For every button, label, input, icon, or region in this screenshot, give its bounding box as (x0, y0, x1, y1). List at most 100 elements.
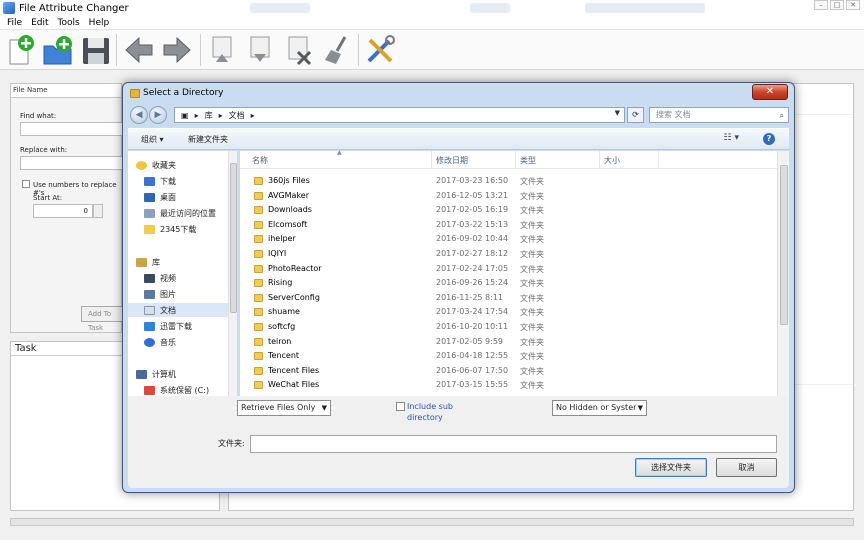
nav-item-music[interactable]: 音乐 (144, 337, 176, 348)
file-row[interactable]: ihelper 2016-09-02 10:44 文件夹 (240, 232, 777, 246)
file-name: Tencent (268, 351, 300, 361)
help-icon[interactable]: ? (763, 133, 775, 145)
column-divider[interactable] (431, 151, 432, 169)
organize-menu[interactable]: 组织 ▾ (141, 134, 164, 145)
folder-icon (254, 337, 263, 346)
remove-button[interactable] (281, 33, 315, 67)
menu-edit[interactable]: Edit (31, 18, 48, 28)
column-divider[interactable] (658, 151, 659, 169)
scrollbar-thumb[interactable] (230, 163, 237, 313)
menu-file[interactable]: File (7, 18, 22, 28)
menu-help[interactable]: Help (89, 18, 110, 28)
select-folder-button[interactable]: 选择文件夹 (635, 458, 707, 477)
column-size[interactable]: 大小 (604, 155, 620, 166)
file-row[interactable]: IQIYI 2017-02-27 18:12 文件夹 (240, 247, 777, 261)
download-folder-icon (144, 177, 155, 186)
nav-pane-scrollbar[interactable] (228, 151, 237, 396)
column-divider[interactable] (599, 151, 600, 169)
refresh-button[interactable]: ⟳ (627, 107, 644, 123)
minimize-icon[interactable]: – (814, 0, 828, 10)
back-nav-button[interactable]: ◀ (130, 106, 148, 124)
new-file-button[interactable] (4, 33, 38, 67)
search-input[interactable]: 搜索 文档 ⌕ (649, 107, 789, 123)
file-row[interactable]: Rising 2016-09-26 15:24 文件夹 (240, 276, 777, 290)
nav-item-downloads[interactable]: 下载 (144, 176, 176, 187)
file-row[interactable]: AVGMaker 2016-12-05 13:21 文件夹 (240, 189, 777, 203)
cancel-button[interactable]: 取消 (716, 458, 777, 477)
nav-item-2345[interactable]: 2345下载 (144, 224, 196, 235)
nav-item-videos[interactable]: 视频 (144, 273, 176, 284)
move-up-button[interactable] (205, 33, 239, 67)
start-at-input[interactable]: 0 (33, 204, 93, 218)
file-type: 文件夹 (520, 264, 544, 274)
clear-button[interactable] (320, 33, 354, 67)
nav-item-drive-c[interactable]: 系统保留 (C:) (144, 385, 209, 396)
folder-icon (254, 366, 263, 375)
nav-item-desktop[interactable]: 桌面 (144, 192, 176, 203)
file-type: 文件夹 (520, 191, 544, 201)
file-row[interactable]: ServerConfig 2016-11-25 8:11 文件夹 (240, 291, 777, 305)
toolbar-separator (116, 34, 117, 66)
nav-item-recent[interactable]: 最近访问的位置 (144, 208, 216, 219)
column-divider[interactable] (515, 151, 516, 169)
file-row[interactable]: PhotoReactor 2017-02-24 17:05 文件夹 (240, 262, 777, 276)
breadcrumb-root[interactable]: 库 (205, 110, 213, 121)
file-row[interactable]: 360js Files 2017-03-23 16:50 文件夹 (240, 174, 777, 188)
include-sub-checkbox[interactable] (396, 402, 405, 411)
dialog-titlebar: Select a Directory ✕ (123, 83, 794, 105)
folder-icon (254, 279, 263, 288)
nav-libraries-label: 库 (152, 258, 160, 267)
find-input[interactable] (20, 122, 124, 136)
folder-input[interactable] (250, 435, 777, 453)
folder-label: 文件夹: (218, 439, 245, 448)
address-bar[interactable]: ▣ ▸ 库 ▸ 文档 ▸ ▼ (174, 107, 625, 123)
nav-favorites[interactable]: 收藏夹 (136, 160, 176, 171)
add-folder-button[interactable] (40, 33, 74, 67)
dialog-close-button[interactable]: ✕ (752, 84, 788, 100)
file-list-scrollbar[interactable] (777, 151, 789, 396)
library-icon (136, 258, 147, 267)
nav-item-thunder[interactable]: 迅雷下载 (144, 321, 192, 332)
start-at-spinner[interactable] (93, 204, 103, 218)
scrollbar-thumb[interactable] (780, 165, 788, 325)
close-icon[interactable]: ✕ (846, 0, 860, 10)
settings-button[interactable] (363, 33, 397, 67)
forward-nav-button[interactable]: ▶ (149, 106, 167, 124)
replace-input[interactable] (20, 156, 124, 170)
new-folder-button[interactable]: 新建文件夹 (188, 134, 228, 145)
save-icon (83, 38, 109, 64)
column-type[interactable]: 类型 (520, 155, 536, 166)
maximize-icon[interactable]: □ (830, 0, 844, 10)
use-numbers-checkbox[interactable] (22, 180, 30, 188)
nav-item-pictures[interactable]: 图片 (144, 289, 176, 300)
back-button[interactable] (122, 33, 156, 67)
file-row[interactable]: shuame 2017-03-24 17:54 文件夹 (240, 305, 777, 319)
forward-button[interactable] (160, 33, 194, 67)
column-date[interactable]: 修改日期 (436, 155, 468, 166)
nav-libraries[interactable]: 库 (136, 257, 160, 268)
retrieve-mode-select[interactable]: Retrieve Files Only ▼ (237, 400, 331, 416)
nav-computer[interactable]: 计算机 (136, 369, 176, 380)
menu-tools[interactable]: Tools (58, 18, 80, 28)
hidden-filter-select[interactable]: No Hidden or System ▼ (552, 400, 647, 416)
address-dropdown-icon[interactable]: ▼ (615, 109, 620, 117)
file-row[interactable]: Tencent Files 2016-06-07 17:50 文件夹 (240, 364, 777, 378)
folder-icon (254, 381, 263, 390)
library-icon: ▣ (181, 110, 189, 120)
file-list: 名称 ▲ 修改日期 类型 大小 360js Files 2017-03-23 16… (240, 149, 789, 396)
file-row[interactable]: teiron 2017-02-05 9:59 文件夹 (240, 335, 777, 349)
add-to-task-button[interactable]: Add To Task (81, 306, 125, 332)
include-sub-label[interactable]: Include sub directory (407, 401, 477, 423)
file-row[interactable]: Downloads 2017-02-05 16:19 文件夹 (240, 203, 777, 217)
save-button[interactable] (78, 33, 112, 67)
breadcrumb-current[interactable]: 文档 (229, 110, 245, 121)
file-row[interactable]: Tencent 2016-04-18 12:55 文件夹 (240, 349, 777, 363)
nav-item-label: 文档 (160, 305, 176, 315)
file-row[interactable]: Elcomsoft 2017-03-22 15:13 文件夹 (240, 218, 777, 232)
column-name[interactable]: 名称 (252, 155, 268, 166)
file-row[interactable]: WeChat Files 2017-03-15 15:55 文件夹 (240, 378, 777, 392)
view-options-icon[interactable]: ☷ ▾ (724, 133, 739, 143)
nav-item-documents[interactable]: 文档 (128, 303, 228, 317)
move-down-button[interactable] (243, 33, 277, 67)
file-row[interactable]: softcfg 2016-10-20 10:11 文件夹 (240, 320, 777, 334)
